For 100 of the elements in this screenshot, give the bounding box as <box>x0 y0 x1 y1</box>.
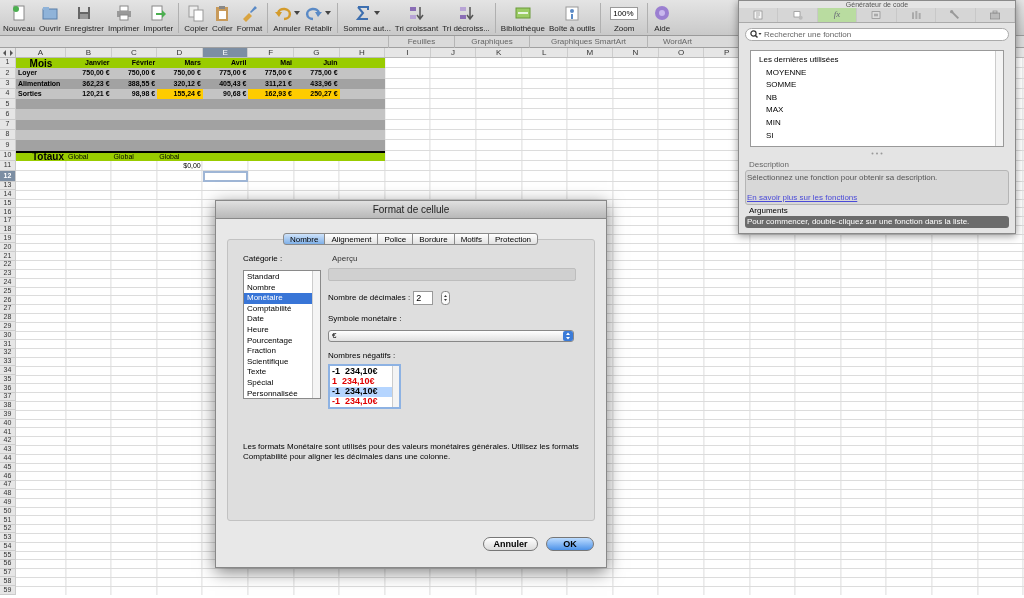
column-header[interactable]: C <box>111 48 158 57</box>
bar-chart-icon <box>909 9 922 21</box>
text-box-icon <box>752 9 765 21</box>
panel-tab[interactable] <box>975 8 1015 22</box>
description-label: Description <box>748 160 790 170</box>
zoom-label: Zoom <box>613 24 635 34</box>
help-icon <box>653 4 672 22</box>
list-item[interactable]: SOMME <box>759 79 995 92</box>
column-header[interactable]: K <box>476 48 522 57</box>
dialog-title: Format de cellule <box>216 201 606 219</box>
toolbar-button[interactable]: Tri décroiss... <box>440 2 492 35</box>
column-header[interactable]: F <box>248 48 294 57</box>
arguments-hint: Pour commencer, double-cliquez sur une fonction dans la liste. <box>745 216 1009 228</box>
list-item[interactable]: SI <box>759 129 995 143</box>
toolbar-button[interactable]: Nouveau <box>1 2 38 35</box>
list-item[interactable]: Date <box>244 314 312 325</box>
column-header[interactable]: G <box>293 48 340 57</box>
toolbar-button[interactable]: Annuler <box>271 2 303 35</box>
search-field[interactable]: Rechercher une fonction <box>745 28 1009 41</box>
list-item[interactable]: Monétaire <box>244 293 312 304</box>
tab[interactable]: Bordure <box>412 233 455 245</box>
help-button[interactable]: Aide <box>651 2 674 35</box>
info-panel-icon <box>563 4 581 22</box>
toolbar-button[interactable]: Importer <box>141 2 176 35</box>
decimals-field[interactable]: 2 <box>413 291 434 305</box>
tab[interactable]: Protection <box>488 233 539 245</box>
resize-handle[interactable] <box>871 152 883 155</box>
tab[interactable]: Police <box>377 233 414 245</box>
scrollbar[interactable] <box>392 366 399 407</box>
currency-dropdown[interactable]: € <box>328 330 574 342</box>
toolbar-button[interactable]: Bibliothèque <box>498 2 547 35</box>
description-text: Sélectionnez une fonction pour obtenir sa description. <box>747 172 939 183</box>
shapes-icon <box>791 9 804 21</box>
list-item[interactable]: Texte <box>244 367 312 378</box>
column-header[interactable]: B <box>66 48 112 57</box>
panel-tab[interactable] <box>896 8 937 22</box>
stepper[interactable] <box>441 291 451 305</box>
negatives-label: Nombres négatifs : <box>328 351 397 361</box>
list-item[interactable]: Standard <box>244 272 312 283</box>
column-header[interactable]: L <box>521 48 568 57</box>
search-icon <box>750 30 762 39</box>
image-icon <box>870 9 883 21</box>
category-label: Catégorie : <box>243 254 284 264</box>
format-description: Les formats Monétaire sont utilisés pour des valeurs monétaires générales. Utilisez les formats Comptabilité pour aligner les décimales dans une colonne. <box>243 442 580 462</box>
scrollbar[interactable] <box>312 271 320 398</box>
tab[interactable]: Nombre <box>282 233 326 245</box>
column-header[interactable]: O <box>658 48 705 57</box>
cancel-button[interactable]: Annuler <box>483 537 538 551</box>
list-item[interactable]: Personnalisée <box>244 388 312 400</box>
column-header[interactable]: H <box>339 48 386 57</box>
document-icon <box>10 4 28 22</box>
panel-tab[interactable] <box>936 8 976 22</box>
list-item[interactable]: -1 234,10€ <box>330 366 392 377</box>
column-header[interactable]: N <box>613 48 659 57</box>
list-item[interactable]: Pourcentage <box>244 335 312 347</box>
currency-label: Symbole monétaire : <box>328 314 403 324</box>
list-item[interactable]: MOYENNE <box>759 66 995 80</box>
folder-icon <box>40 4 59 22</box>
option-text: -1 234,10€ <box>332 387 378 397</box>
panel-tab[interactable] <box>778 8 818 22</box>
list-item[interactable]: MIN <box>759 116 995 130</box>
toolbar-button[interactable]: Copier <box>182 2 210 35</box>
toolbar-button[interactable]: Coller <box>209 2 235 35</box>
list-item[interactable]: NB <box>759 91 995 105</box>
column-header[interactable]: I <box>385 48 431 57</box>
gallery-icon <box>513 4 532 22</box>
column-header[interactable]: A <box>16 48 66 57</box>
toolbar-button[interactable]: Tri croissant <box>392 2 441 35</box>
toolbar-button[interactable]: Format <box>234 2 265 35</box>
list-item[interactable]: -1 234,10€ <box>330 396 392 407</box>
column-header[interactable]: D <box>157 48 203 57</box>
list-item[interactable]: Scientifique <box>244 356 312 368</box>
caret-icon <box>325 11 332 15</box>
panel-tab[interactable]: fx <box>817 8 858 22</box>
list-item[interactable]: 1 234,10€ <box>330 376 392 387</box>
panel-tab[interactable] <box>739 8 779 22</box>
selected-cell[interactable] <box>202 171 249 182</box>
toolbar-button[interactable]: Somme aut... <box>341 2 393 35</box>
toolbar-button[interactable]: Ouvrir <box>37 2 63 35</box>
toolbar-button[interactable]: Boîte à outils <box>546 2 598 35</box>
scrollbar[interactable] <box>995 51 1003 146</box>
toolbar-button[interactable]: Enregistrer <box>62 2 106 35</box>
zoom-field[interactable]: 100% <box>610 6 639 20</box>
toolbar-button[interactable]: Rétablir <box>302 2 335 35</box>
list-item[interactable]: Fraction <box>244 346 312 357</box>
arguments-label: Arguments <box>748 206 789 216</box>
panel-tab[interactable] <box>857 8 897 22</box>
column-header[interactable]: J <box>430 48 477 57</box>
ok-button[interactable]: OK <box>546 537 594 551</box>
toolbar-button[interactable]: Imprimer <box>105 2 142 35</box>
list-item[interactable]: Comptabilité <box>244 303 312 315</box>
list-item[interactable]: Heure <box>244 324 312 336</box>
tab[interactable]: Alignement <box>324 233 379 245</box>
list-item[interactable]: Nombre <box>244 282 312 294</box>
column-header[interactable]: M <box>567 48 614 57</box>
link[interactable]: En savoir plus sur les fonctions <box>747 193 858 203</box>
list-item[interactable]: MAX <box>759 104 995 117</box>
tab[interactable]: Motifs <box>453 233 490 245</box>
list-item[interactable]: Spécial <box>244 377 312 389</box>
list-item[interactable]: -1 234,10€ <box>330 386 392 397</box>
